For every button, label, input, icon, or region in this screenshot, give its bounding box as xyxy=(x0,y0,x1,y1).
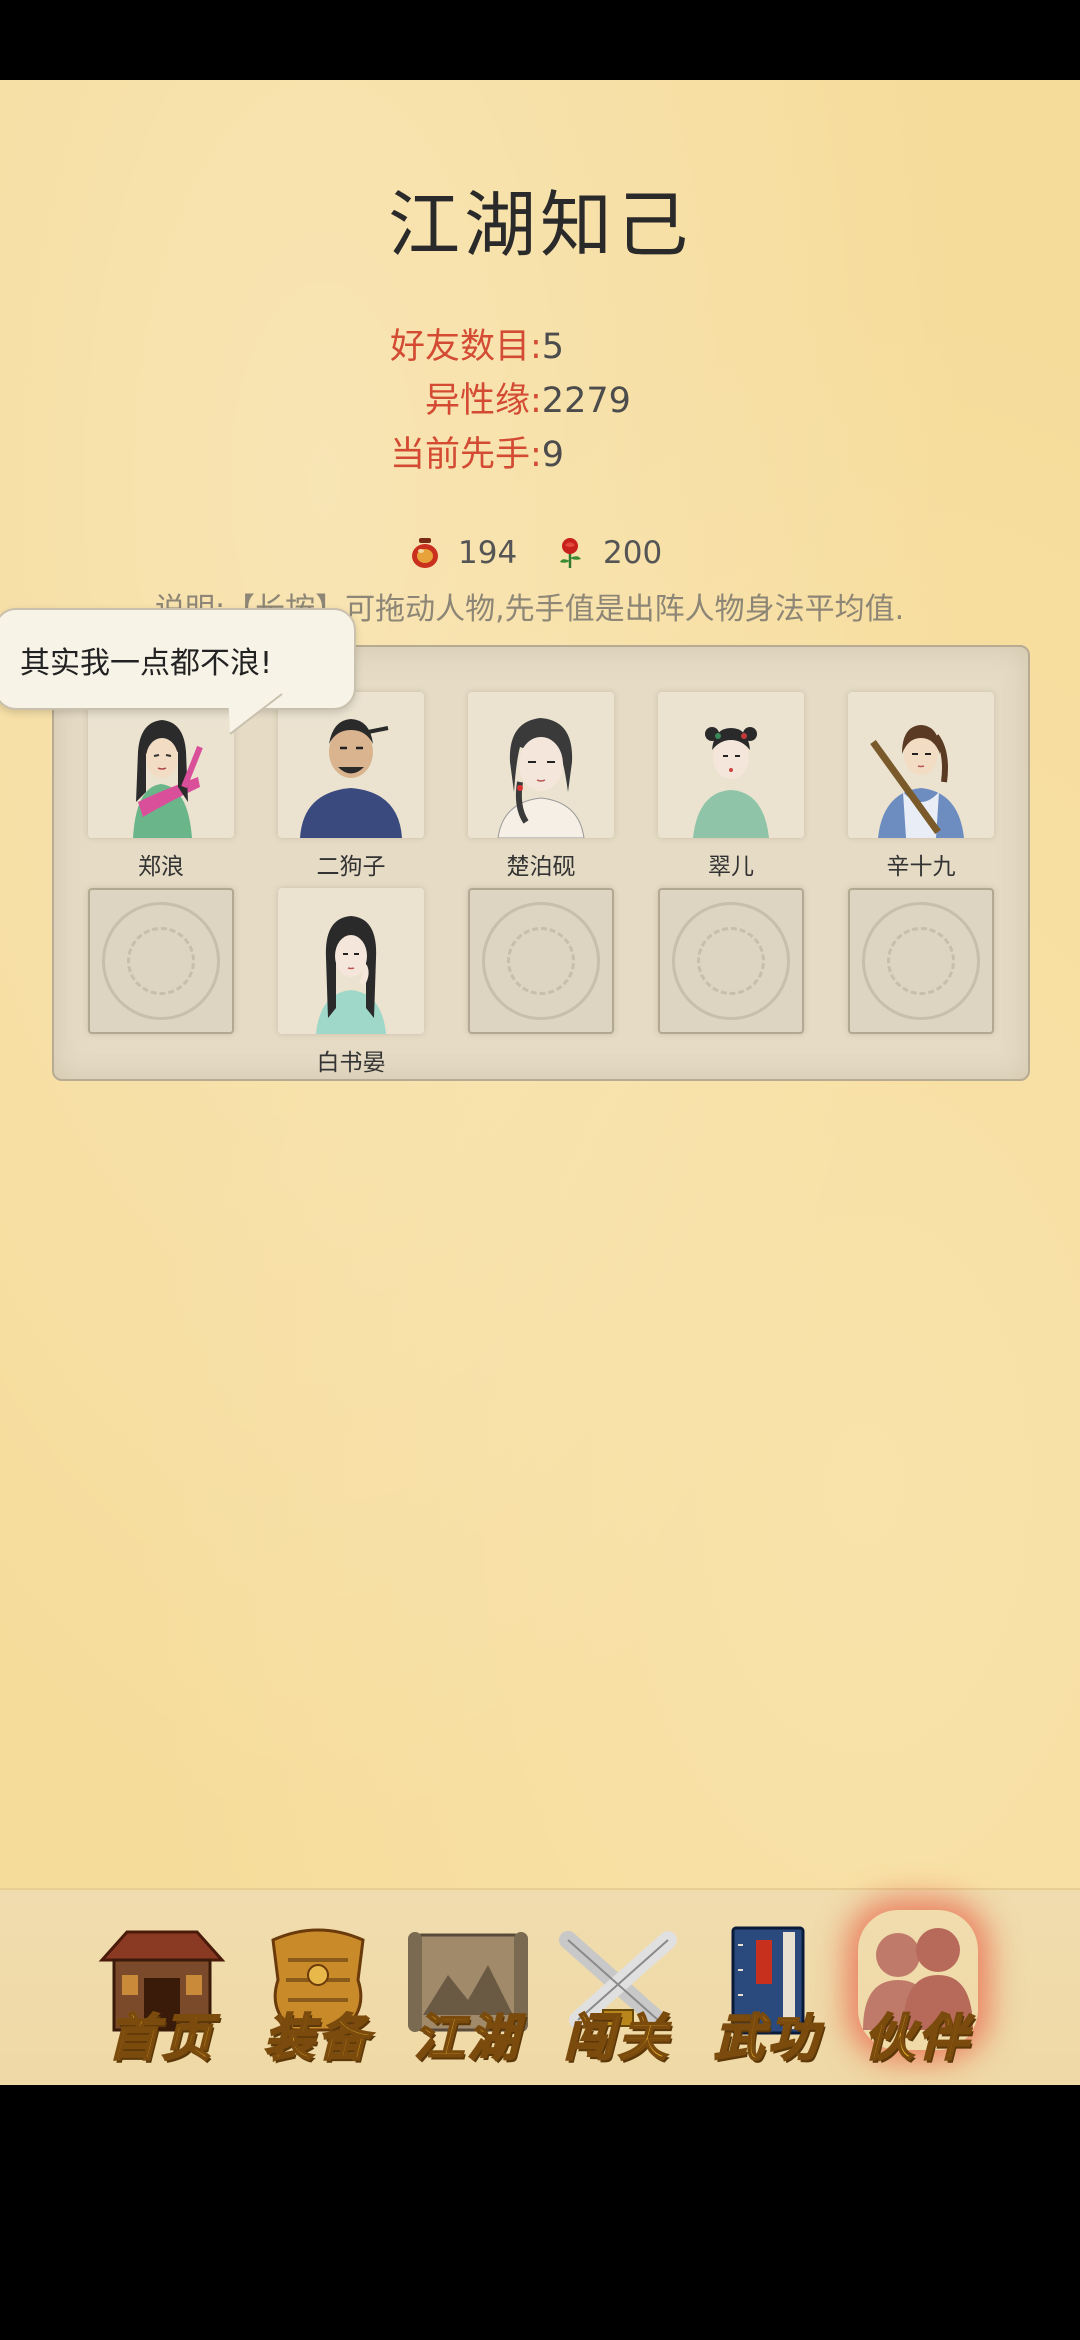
nav-label: 装备 xyxy=(263,2007,372,2068)
nav-partners[interactable]: 伙伴 xyxy=(848,1890,988,2085)
stat-label: 当前先手: xyxy=(390,435,542,475)
nav-label: 江湖 xyxy=(413,2007,522,2068)
portrait-er-gou-zi xyxy=(300,719,402,838)
emblem-icon xyxy=(102,902,220,1020)
emblem-icon xyxy=(862,902,980,1020)
stat-label: 好友数目: xyxy=(390,327,542,367)
partner-name: 翠儿 xyxy=(708,854,754,880)
speech-bubble: 其实我一点都不浪! xyxy=(0,608,356,710)
partner-name: 郑浪 xyxy=(138,854,184,880)
nav-jianghu[interactable]: 江湖 xyxy=(398,1890,538,2085)
speech-bubble-tail xyxy=(228,692,283,735)
stat-friend-count: 好友数目:5 xyxy=(390,318,564,369)
partner-name: 二狗子 xyxy=(316,854,386,880)
page-title: 江湖知己 xyxy=(387,183,692,267)
empty-partner-slot[interactable] xyxy=(848,888,994,1034)
partner-name: 楚泊砚 xyxy=(506,854,576,880)
emblem-icon xyxy=(672,902,790,1020)
partner-panel: 郑浪 二狗子 楚泊砚 翠儿 辛十九 白书晏 xyxy=(52,645,1030,1081)
emblem-icon xyxy=(482,902,600,1020)
portrait-cui-er xyxy=(693,727,769,838)
nav-label: 武功 xyxy=(713,2007,822,2068)
portrait-zheng-lang xyxy=(133,720,203,838)
stat-value: 2279 xyxy=(541,381,631,421)
nav-label: 首页 xyxy=(107,2007,216,2068)
partner-slot[interactable] xyxy=(848,692,994,838)
partner-slot[interactable] xyxy=(278,692,424,838)
rose-icon xyxy=(560,538,581,568)
partner-slot[interactable] xyxy=(658,692,804,838)
currency-value: 200 xyxy=(603,535,663,571)
partner-slot[interactable] xyxy=(468,692,614,838)
bottom-nav: 首页 装备 江湖 闯关 武功 伙伴 xyxy=(0,1888,1080,2085)
empty-partner-slot[interactable] xyxy=(88,888,234,1034)
nav-challenge[interactable]: 闯关 xyxy=(548,1890,688,2085)
partner-name: 辛十九 xyxy=(886,854,956,880)
game-screen: 江湖知己 好友数目:5 异性缘:2279 当前先手:9 194 200 说明:【… xyxy=(0,80,1080,2085)
portrait-chu-bo-yan xyxy=(497,718,585,838)
partner-slot[interactable] xyxy=(88,692,234,838)
stat-label: 异性缘: xyxy=(425,381,542,421)
stat-value: 5 xyxy=(541,327,565,367)
nav-martial-arts[interactable]: 武功 xyxy=(698,1890,838,2085)
stat-initiative: 当前先手:9 xyxy=(390,426,564,477)
nav-label: 伙伴 xyxy=(863,2007,972,2068)
partner-slot[interactable] xyxy=(278,888,424,1034)
currency-pot: 194 xyxy=(410,535,517,571)
nav-home[interactable]: 首页 xyxy=(92,1890,232,2085)
nav-label: 闯关 xyxy=(563,2007,672,2068)
portrait-xin-shi-jiu xyxy=(870,725,964,838)
currency-rose: 200 xyxy=(555,535,662,571)
portrait-bai-shu-yan xyxy=(316,916,386,1034)
speech-bubble-text: 其实我一点都不浪! xyxy=(20,646,273,681)
empty-partner-slot[interactable] xyxy=(468,888,614,1034)
partner-name: 白书晏 xyxy=(316,1050,386,1076)
stat-value: 9 xyxy=(541,435,565,475)
currency-value: 194 xyxy=(458,535,518,571)
nav-equipment[interactable]: 装备 xyxy=(248,1890,388,2085)
empty-partner-slot[interactable] xyxy=(658,888,804,1034)
red-pot-icon xyxy=(412,538,438,568)
stat-charm: 异性缘:2279 xyxy=(425,372,631,423)
